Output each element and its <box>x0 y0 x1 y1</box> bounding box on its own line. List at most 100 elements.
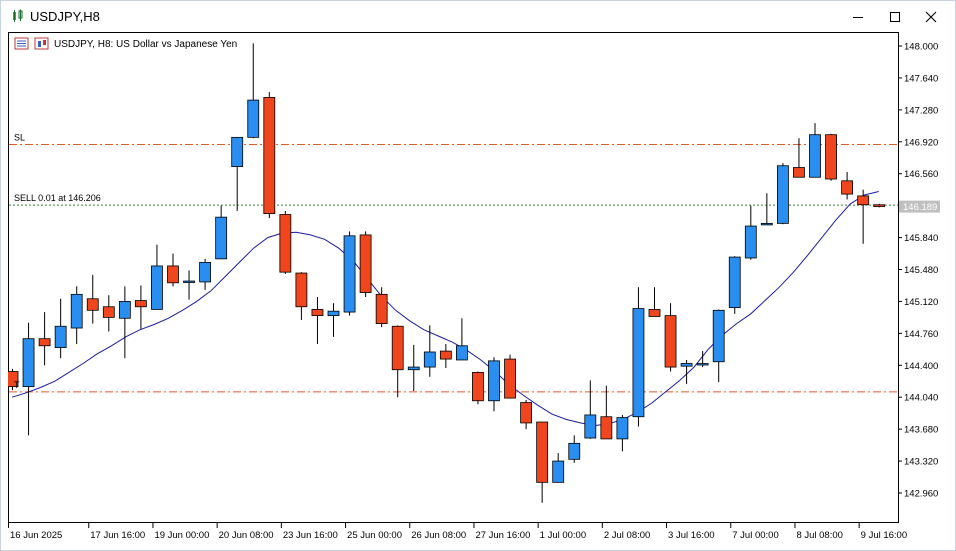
chart-list-icon[interactable] <box>14 37 29 50</box>
chart-window: USDJPY,H8 USDJPY, H8: US Dollar vs Japan… <box>0 0 956 551</box>
bear-candle-body <box>504 358 516 399</box>
bull-candle-body <box>407 366 420 371</box>
bull-candle-body <box>584 414 597 439</box>
price-tick-label: 144.040 <box>904 393 938 404</box>
time-tick-label: 26 Jun 08:00 <box>411 530 466 541</box>
bull-candle-body <box>22 338 35 387</box>
bull-candle-body <box>552 460 565 483</box>
bear-candle-body <box>520 402 532 424</box>
time-tick-label: 2 Jul 08:00 <box>604 530 650 541</box>
minimize-button[interactable] <box>840 3 876 31</box>
bull-candle-body <box>54 325 67 348</box>
candle <box>359 231 372 297</box>
price-chart[interactable]: USDJPY, H8: US Dollar vs Japanese Yen 14… <box>6 32 949 545</box>
time-tick-label: 7 Jul 00:00 <box>732 530 778 541</box>
current-price-label: 146.189 <box>903 202 937 213</box>
bear-candle-body <box>359 234 372 293</box>
price-tick-label: 143.680 <box>904 425 938 436</box>
sell-label: SELL 0.01 at 146.206 <box>14 193 101 203</box>
price-tick-label: 145.480 <box>904 265 938 276</box>
bear-candle-body <box>841 180 853 195</box>
bear-candle-body <box>873 204 886 207</box>
price-tick-label: 143.320 <box>904 457 938 468</box>
bull-candle-body <box>151 265 163 310</box>
bull-candle-body <box>568 442 581 460</box>
bull-candle-body <box>809 134 821 178</box>
candle <box>263 92 276 219</box>
bull-candle-body <box>616 417 629 440</box>
bear-candle-body <box>825 134 837 180</box>
bull-candle-body <box>696 363 709 366</box>
price-tick-label: 144.400 <box>904 361 938 372</box>
price-tick-label: 146.920 <box>904 137 938 148</box>
bear-candle-body <box>391 325 404 371</box>
price-tick-label: 144.760 <box>904 329 938 340</box>
bear-candle-body <box>472 371 484 402</box>
chart-area[interactable]: USDJPY, H8: US Dollar vs Japanese Yen 14… <box>6 32 949 545</box>
bear-candle-body <box>167 265 179 284</box>
bull-candle-body <box>118 301 131 319</box>
bear-candle-body <box>311 309 324 317</box>
maximize-button[interactable] <box>877 3 913 31</box>
candle <box>279 210 292 274</box>
candle <box>825 133 837 181</box>
bear-candle-body <box>38 338 51 347</box>
time-tick-label: 16 Jun 2025 <box>10 530 62 541</box>
bull-candle-body <box>632 308 645 418</box>
bull-candle-body <box>231 136 244 168</box>
bear-candle-body <box>600 416 613 440</box>
bull-candle-body <box>199 262 212 283</box>
candle <box>777 163 789 225</box>
bear-candle-body <box>102 306 115 318</box>
time-tick-label: 23 Jun 16:00 <box>283 530 338 541</box>
bear-candle-body <box>279 214 292 273</box>
bull-candle-body <box>760 222 773 226</box>
candle <box>504 354 516 399</box>
time-tick-label: 8 Jul 08:00 <box>796 530 842 541</box>
maximize-icon <box>890 12 900 22</box>
time-tick-label: 25 Jun 00:00 <box>347 530 402 541</box>
bear-candle-body <box>86 298 99 311</box>
price-tick-label: 147.640 <box>904 73 938 84</box>
candle <box>728 256 741 314</box>
bull-candle-body <box>455 345 468 361</box>
candle <box>873 203 886 208</box>
title-bar[interactable]: USDJPY,H8 <box>1 1 955 32</box>
bear-candle-body <box>263 97 276 215</box>
price-tick-label: 147.280 <box>904 105 938 116</box>
plot-frame <box>8 32 899 523</box>
bear-candle-body <box>295 272 308 308</box>
bear-candle-body <box>375 293 388 325</box>
price-tick-label: 146.560 <box>904 169 938 180</box>
close-icon <box>925 11 937 23</box>
price-tick-label: 142.960 <box>904 489 938 500</box>
bull-candle-body <box>327 310 340 317</box>
window-title: USDJPY,H8 <box>30 9 100 24</box>
time-tick-label: 9 Jul 16:00 <box>861 530 907 541</box>
time-tick-label: 19 Jun 00:00 <box>154 530 209 541</box>
close-button[interactable] <box>913 3 949 31</box>
bull-candle-body <box>183 280 195 283</box>
price-tick-label: 145.120 <box>904 297 938 308</box>
bull-candle-body <box>777 165 789 224</box>
bull-candle-body <box>247 99 260 138</box>
candle <box>472 371 484 405</box>
bull-candle-body <box>343 235 356 313</box>
time-tick-label: 1 Jul 00:00 <box>540 530 586 541</box>
bull-candle-body <box>744 225 757 259</box>
chart-header-text: USDJPY, H8: US Dollar vs Japanese Yen <box>54 39 237 50</box>
chart-template-icon[interactable] <box>34 37 49 50</box>
time-axis: 16 Jun 2025 17 Jun 16:00 19 Jun 00:00 20 Ju… <box>8 522 907 541</box>
time-tick-label: 3 Jul 16:00 <box>668 530 714 541</box>
bull-candle-body <box>215 216 228 260</box>
candle <box>343 231 356 316</box>
bull-candle-body <box>70 293 83 329</box>
bear-candle-body <box>648 309 661 317</box>
minimize-icon <box>853 17 863 18</box>
time-tick-label: 20 Jun 08:00 <box>219 530 274 541</box>
bear-candle-body <box>664 315 677 368</box>
bear-candle-body <box>857 195 870 206</box>
price-tick-label: 145.840 <box>904 233 938 244</box>
bear-candle-body <box>536 421 549 483</box>
candlestick-app-icon <box>13 9 23 22</box>
